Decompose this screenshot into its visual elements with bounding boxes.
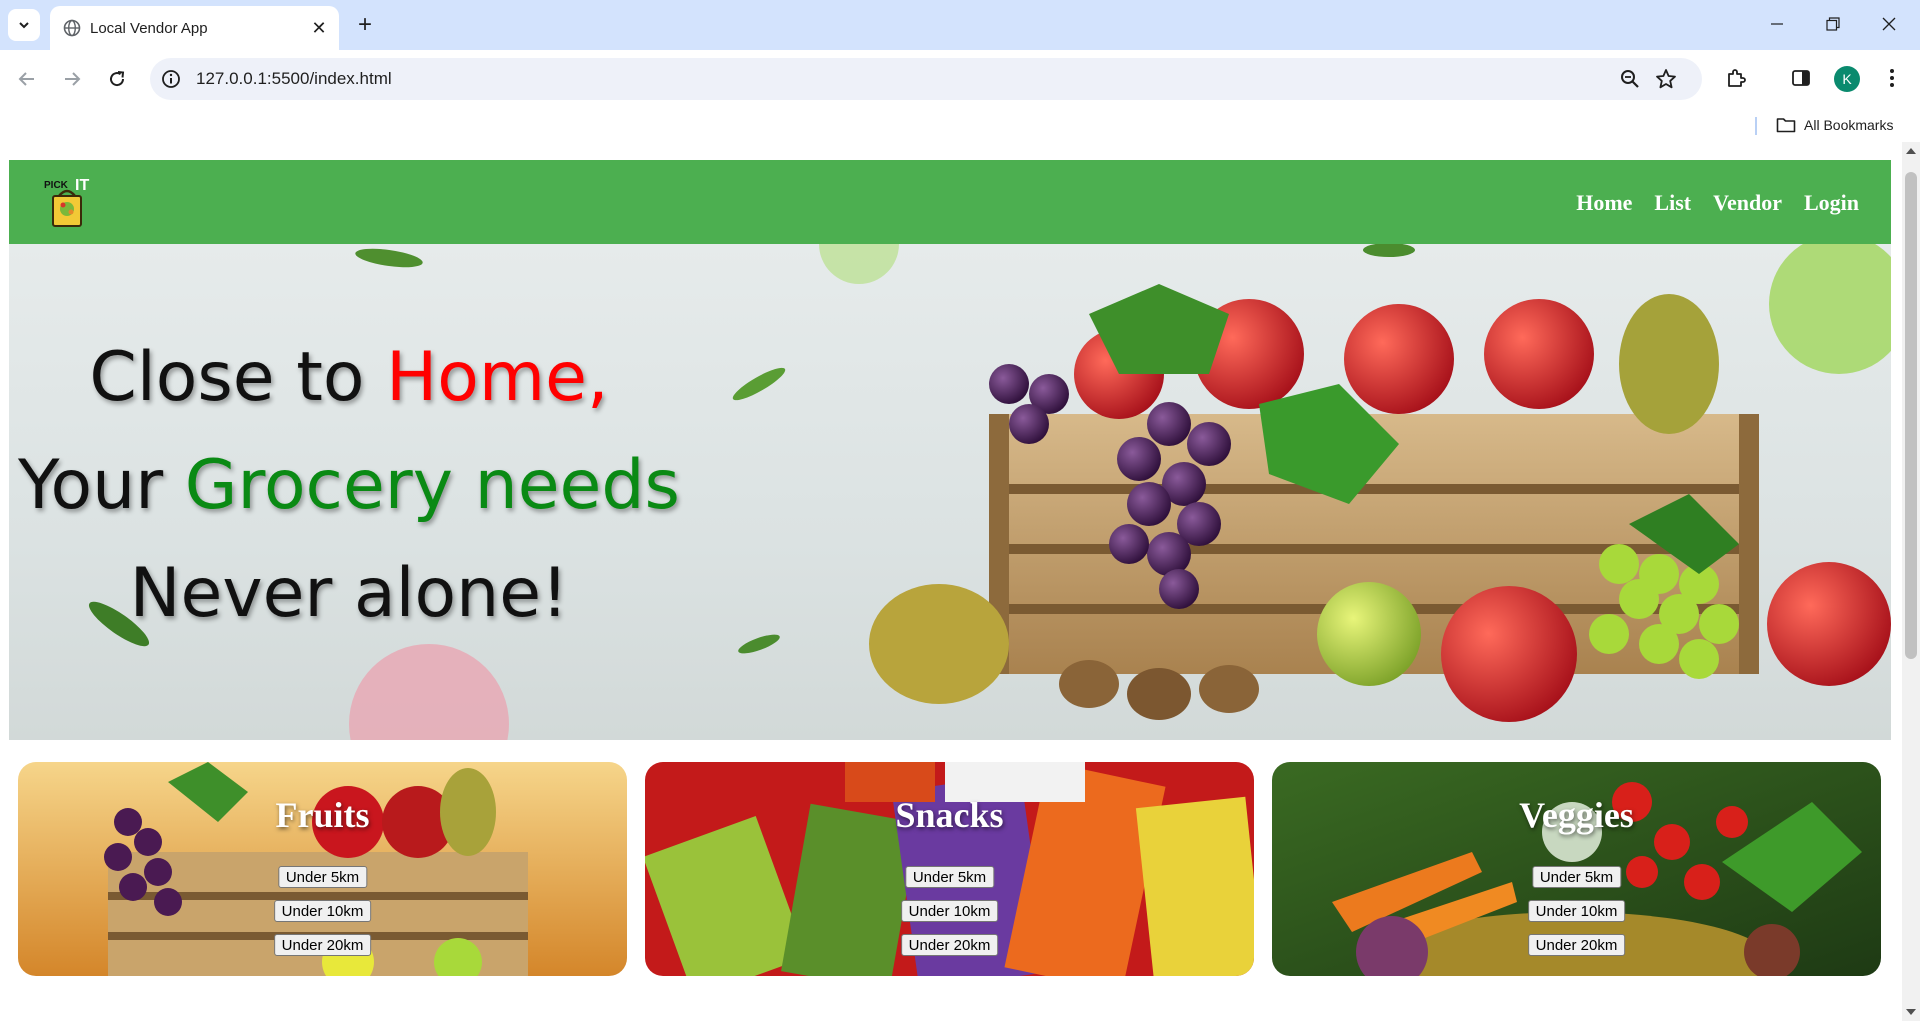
globe-icon xyxy=(63,19,81,37)
logo-text-small: PICK xyxy=(44,180,69,191)
more-menu-icon[interactable] xyxy=(1878,64,1906,92)
bookmarks-separator xyxy=(1755,117,1757,135)
pickit-logo[interactable]: PICK IT xyxy=(41,174,105,230)
chevron-down-icon xyxy=(19,22,29,29)
back-icon[interactable] xyxy=(11,63,43,95)
fruits-under-5km-button[interactable]: Under 5km xyxy=(277,866,368,888)
nav-home[interactable]: Home xyxy=(1576,190,1632,216)
veggies-under-20km-button[interactable]: Under 20km xyxy=(1527,934,1626,956)
category-card-veggies[interactable]: Veggies Under 5km Under 10km Under 20km xyxy=(1272,762,1881,976)
veggies-under-10km-button[interactable]: Under 10km xyxy=(1527,900,1626,922)
folder-icon xyxy=(1776,118,1796,133)
browser-titlebar: Local Vendor App ✕ + xyxy=(0,0,1920,50)
category-card-snacks[interactable]: Snacks Under 5km Under 10km Under 20km xyxy=(645,762,1254,976)
hero-line-1-prefix: Close to xyxy=(89,338,387,417)
extensions-icon[interactable] xyxy=(1722,64,1750,92)
fruits-under-10km-button[interactable]: Under 10km xyxy=(273,900,372,922)
category-card-fruits[interactable]: Fruits Under 5km Under 10km Under 20km xyxy=(18,762,627,976)
veggies-under-5km-button[interactable]: Under 5km xyxy=(1531,866,1622,888)
hero-line-2: Your Grocery needs xyxy=(9,432,689,540)
card-title-fruits: Fruits xyxy=(275,795,370,835)
forward-icon[interactable] xyxy=(56,63,88,95)
site-nav-links: Home List Vendor Login xyxy=(1576,190,1859,216)
browser-toolbar: 127.0.0.1:5500/index.html K xyxy=(0,50,1920,108)
page-viewport: PICK IT Home List Vendor Login Close to … xyxy=(0,142,1920,1021)
close-window-icon[interactable] xyxy=(1862,0,1916,48)
address-bar[interactable]: 127.0.0.1:5500/index.html xyxy=(150,58,1702,100)
browser-tab[interactable]: Local Vendor App ✕ xyxy=(50,6,339,50)
card-title-snacks: Snacks xyxy=(895,795,1004,835)
scroll-up-arrow-icon[interactable] xyxy=(1906,148,1916,154)
zoom-icon[interactable] xyxy=(1618,67,1642,91)
hero-banner: Close to Home, Your Grocery needs Never … xyxy=(9,244,1891,740)
url-text: 127.0.0.1:5500/index.html xyxy=(196,69,392,88)
page-scrollbar[interactable] xyxy=(1902,142,1920,1021)
all-bookmarks-button[interactable]: All Bookmarks xyxy=(1776,113,1893,137)
scroll-down-arrow-icon[interactable] xyxy=(1906,1009,1916,1015)
card-title-veggies: Veggies xyxy=(1519,795,1634,835)
new-tab-icon[interactable]: + xyxy=(350,10,380,40)
hero-line-2-prefix: Your xyxy=(18,446,185,525)
bookmark-star-icon[interactable] xyxy=(1654,67,1678,91)
hero-headline: Close to Home, Your Grocery needs Never … xyxy=(9,324,689,648)
tab-search-button[interactable] xyxy=(8,9,40,41)
bookmarks-bar: All Bookmarks xyxy=(0,108,1920,142)
site-info-icon[interactable] xyxy=(160,68,182,90)
fruits-under-20km-button[interactable]: Under 20km xyxy=(273,934,372,956)
tab-title: Local Vendor App xyxy=(90,20,208,37)
category-cards: Fruits Under 5km Under 10km Under 20km S… xyxy=(18,762,1882,976)
logo-text-large: IT xyxy=(75,177,89,194)
hero-home-highlight: Home, xyxy=(386,338,609,417)
site-navbar: PICK IT Home List Vendor Login xyxy=(9,160,1891,244)
hero-line-1: Close to Home, xyxy=(9,324,689,432)
minimize-icon[interactable] xyxy=(1750,0,1804,48)
side-panel-icon[interactable] xyxy=(1787,64,1815,92)
restore-icon[interactable] xyxy=(1806,0,1860,48)
nav-list[interactable]: List xyxy=(1654,190,1691,216)
snacks-under-10km-button[interactable]: Under 10km xyxy=(900,900,999,922)
nav-login[interactable]: Login xyxy=(1804,190,1859,216)
all-bookmarks-label: All Bookmarks xyxy=(1804,117,1894,133)
hero-line-3: Never alone! xyxy=(129,554,569,633)
snacks-under-20km-button[interactable]: Under 20km xyxy=(900,934,999,956)
close-tab-icon[interactable]: ✕ xyxy=(308,17,330,39)
hero-grocery-highlight: Grocery needs xyxy=(184,446,680,525)
snacks-under-5km-button[interactable]: Under 5km xyxy=(904,866,995,888)
scroll-thumb[interactable] xyxy=(1905,172,1917,659)
reload-icon[interactable] xyxy=(101,63,133,95)
profile-avatar[interactable]: K xyxy=(1834,66,1860,92)
nav-vendor[interactable]: Vendor xyxy=(1713,190,1782,216)
